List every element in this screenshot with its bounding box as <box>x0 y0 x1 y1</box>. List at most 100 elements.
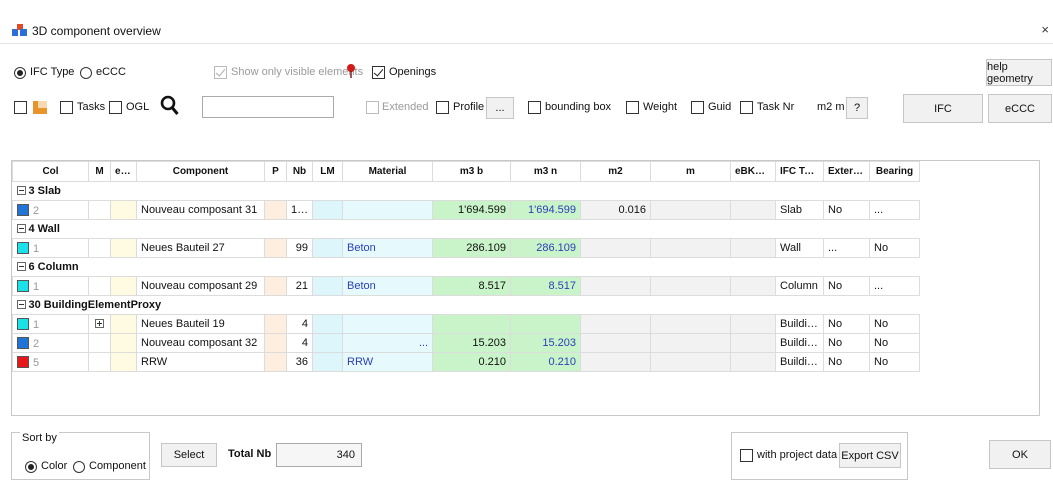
m3b-cell[interactable] <box>432 314 511 334</box>
column-header[interactable]: External <box>823 161 870 182</box>
p-cell[interactable] <box>264 333 287 353</box>
color-cell[interactable]: 2 <box>12 200 89 220</box>
task-nr-checkbox[interactable] <box>740 101 753 114</box>
column-header[interactable]: eBKP Text <box>730 161 776 182</box>
p-cell[interactable] <box>264 238 287 258</box>
collapse-icon[interactable] <box>16 300 26 309</box>
bearing-cell[interactable]: No <box>869 314 920 334</box>
ok-button[interactable]: OK <box>989 440 1051 469</box>
with-project-data-checkbox[interactable] <box>740 449 753 462</box>
column-header[interactable]: Col <box>12 161 89 182</box>
group-row[interactable]: 3 Slab <box>12 181 920 201</box>
m3b-cell[interactable]: 15.203 <box>432 333 511 353</box>
color-cell[interactable]: 1 <box>12 238 89 258</box>
table-row[interactable]: 2 Nouveau composant 31 140 1'694.599 1'694.5… <box>12 200 920 220</box>
component-cell[interactable]: Nouveau composant 29 <box>136 276 265 296</box>
m3n-cell[interactable]: 286.109 <box>510 238 581 258</box>
color-cell[interactable]: 1 <box>12 276 89 296</box>
export-csv-button[interactable]: Export CSV <box>839 443 901 468</box>
m-cell[interactable] <box>88 314 111 334</box>
m3b-cell[interactable]: 1'694.599 <box>432 200 511 220</box>
color-cell[interactable]: 2 <box>12 333 89 353</box>
ebkp-cell[interactable] <box>730 200 776 220</box>
bearing-cell[interactable]: ... <box>869 276 920 296</box>
group-header[interactable]: 4 Wall <box>12 219 920 239</box>
column-header[interactable]: m2 <box>580 161 651 182</box>
bounding-box-checkbox[interactable] <box>528 101 541 114</box>
nb-cell[interactable]: 99 <box>286 238 313 258</box>
folder-checkbox[interactable] <box>14 101 27 114</box>
external-cell[interactable]: No <box>823 200 870 220</box>
material-cell[interactable] <box>342 200 433 220</box>
eccc-button[interactable]: eCCC <box>988 94 1052 123</box>
column-header[interactable]: Component <box>136 161 265 182</box>
table-row[interactable]: 1 Neues Bauteil 19 4 Buildin... No No <box>12 314 920 334</box>
help-question-button[interactable]: ? <box>846 97 868 119</box>
eccc-cell[interactable] <box>110 238 137 258</box>
sort-color-radio[interactable] <box>25 461 37 473</box>
ebkp-cell[interactable] <box>730 314 776 334</box>
p-cell[interactable] <box>264 314 287 334</box>
sort-component-radio[interactable] <box>73 461 85 473</box>
m3b-cell[interactable]: 0.210 <box>432 352 511 372</box>
ebkp-cell[interactable] <box>730 238 776 258</box>
color-swatch[interactable] <box>17 279 29 292</box>
lm-cell[interactable] <box>312 314 343 334</box>
group-row[interactable]: 6 Column <box>12 257 920 277</box>
column-header[interactable]: M <box>88 161 111 182</box>
ebkp-cell[interactable] <box>730 276 776 296</box>
external-cell[interactable]: No <box>823 276 870 296</box>
guid-checkbox[interactable] <box>691 101 704 114</box>
ifc-type-cell[interactable]: Wall <box>775 238 824 258</box>
m3n-cell[interactable] <box>510 314 581 334</box>
ogl-checkbox[interactable] <box>109 101 122 114</box>
component-cell[interactable]: Nouveau composant 31 <box>136 200 265 220</box>
column-header[interactable]: Bearing <box>869 161 920 182</box>
component-grid[interactable]: ColMeCCCComponentPNbLMMaterialm3 bm3 nm2… <box>11 160 1040 416</box>
lm-cell[interactable] <box>312 200 343 220</box>
group-header[interactable]: 30 BuildingElementProxy <box>12 295 920 315</box>
m-cell[interactable] <box>88 333 111 353</box>
extended-checkbox[interactable] <box>366 101 379 114</box>
collapse-icon[interactable] <box>16 186 26 195</box>
ebkp-cell[interactable] <box>730 352 776 372</box>
color-swatch[interactable] <box>17 241 29 254</box>
ifc-type-cell[interactable]: Buildin... <box>775 352 824 372</box>
m3n-cell[interactable]: 1'694.599 <box>510 200 581 220</box>
component-cell[interactable]: Nouveau composant 32 <box>136 333 265 353</box>
m3n-cell[interactable]: 0.210 <box>510 352 581 372</box>
select-button[interactable]: Select <box>161 443 217 467</box>
ebkp-cell[interactable] <box>730 333 776 353</box>
show-visible-checkbox[interactable] <box>214 66 227 79</box>
group-header[interactable]: 6 Column <box>12 257 920 277</box>
color-cell[interactable]: 1 <box>12 314 89 334</box>
eccc-cell[interactable] <box>110 276 137 296</box>
column-header[interactable]: m <box>650 161 731 182</box>
m2-cell[interactable] <box>580 352 651 372</box>
color-swatch[interactable] <box>17 355 29 368</box>
close-icon[interactable]: × <box>1041 22 1049 37</box>
ifc-type-cell[interactable]: Column <box>775 276 824 296</box>
m2-cell[interactable] <box>580 314 651 334</box>
component-cell[interactable]: Neues Bauteil 27 <box>136 238 265 258</box>
group-row[interactable]: 4 Wall <box>12 219 920 239</box>
column-header[interactable]: P <box>264 161 287 182</box>
m-cell[interactable] <box>88 200 111 220</box>
ifc-type-radio[interactable] <box>14 67 26 79</box>
weight-checkbox[interactable] <box>626 101 639 114</box>
lm-cell[interactable] <box>312 276 343 296</box>
openings-checkbox[interactable] <box>372 66 385 79</box>
profile-more-button[interactable]: ... <box>486 97 514 119</box>
p-cell[interactable] <box>264 200 287 220</box>
external-cell[interactable]: No <box>823 333 870 353</box>
m-cell[interactable] <box>88 352 111 372</box>
material-cell[interactable]: Beton <box>342 238 433 258</box>
bearing-cell[interactable]: No <box>869 352 920 372</box>
ifc-button[interactable]: IFC <box>903 94 983 123</box>
bearing-cell[interactable]: ... <box>869 200 920 220</box>
nb-cell[interactable]: 21 <box>286 276 313 296</box>
m-value-cell[interactable] <box>650 238 731 258</box>
group-header[interactable]: 3 Slab <box>12 181 920 201</box>
color-swatch[interactable] <box>17 317 29 330</box>
m2-cell[interactable] <box>580 333 651 353</box>
